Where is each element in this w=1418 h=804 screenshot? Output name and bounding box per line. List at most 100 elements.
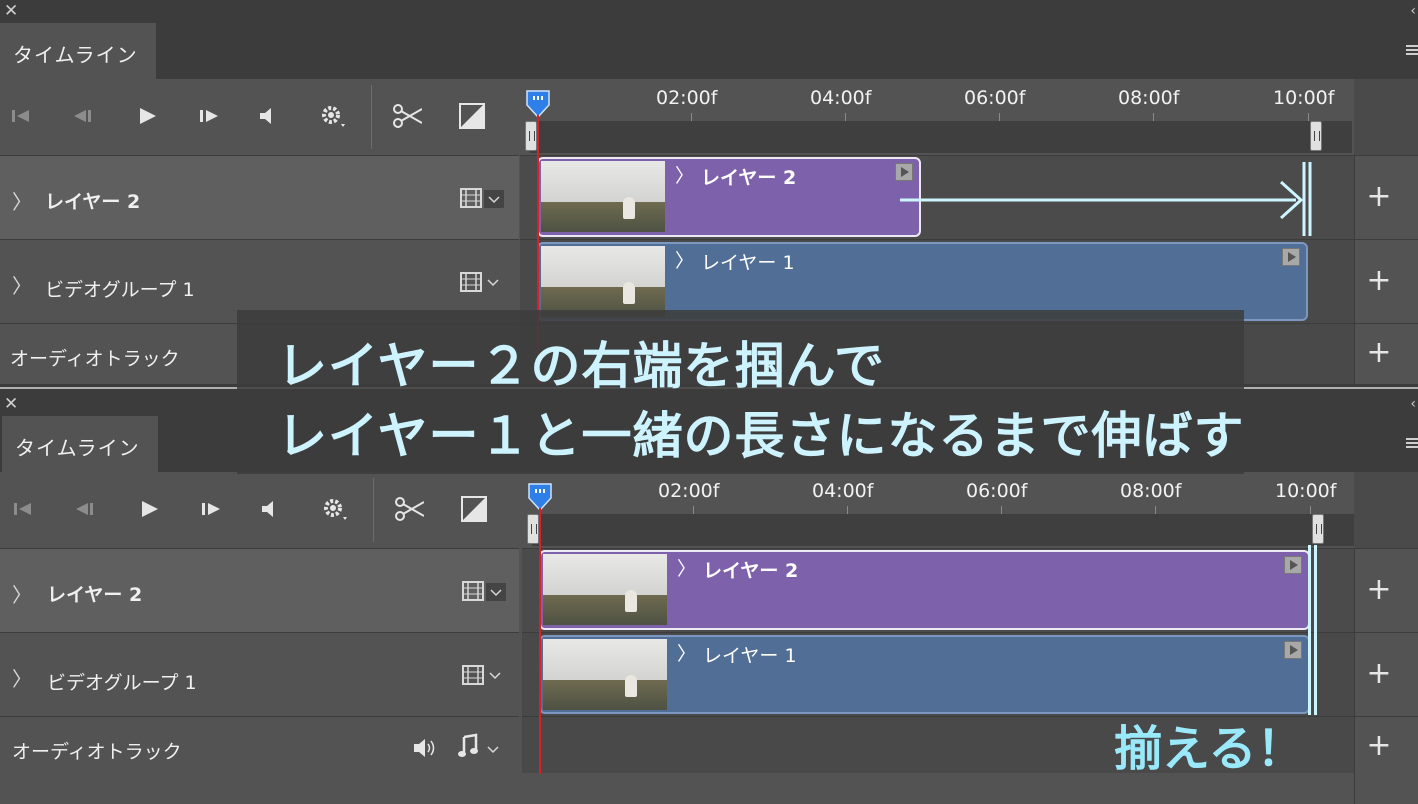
playhead-marker-icon[interactable] bbox=[527, 482, 555, 512]
add-media-button[interactable]: + bbox=[1355, 182, 1403, 212]
layer-row-layer2[interactable]: 〉 レイヤー 2 bbox=[0, 155, 519, 239]
align-annotation-text: 揃える！ bbox=[1114, 721, 1305, 777]
clip-chevron-icon[interactable]: 〉 bbox=[677, 554, 696, 581]
next-frame-button[interactable] bbox=[196, 494, 226, 524]
mute-button[interactable] bbox=[252, 101, 282, 131]
expand-chevron-icon[interactable]: 〉 bbox=[12, 579, 32, 608]
clip-options-icon[interactable] bbox=[1284, 556, 1302, 574]
work-area-end-handle[interactable] bbox=[1310, 121, 1322, 151]
chevron-down-icon[interactable] bbox=[484, 190, 504, 208]
tick-label: 02:00f bbox=[658, 480, 720, 502]
panel-menu-icon[interactable] bbox=[1406, 438, 1418, 450]
add-audio-button[interactable]: + bbox=[1355, 338, 1403, 368]
tick-label: 08:00f bbox=[1120, 480, 1182, 502]
play-button[interactable] bbox=[132, 101, 162, 131]
alignment-marker-line bbox=[1314, 545, 1317, 715]
instruction-overlay: レイヤー２の右端を掴んで レイヤー１と一緒の長さになるまで伸ばす bbox=[237, 310, 1244, 474]
film-icon[interactable] bbox=[462, 581, 484, 601]
expand-chevron-icon[interactable]: 〉 bbox=[12, 663, 32, 692]
time-ruler[interactable]: 02:00f 04:00f 06:00f 08:00f 10:00f bbox=[520, 79, 1354, 155]
tab-timeline[interactable]: タイムライン bbox=[2, 416, 158, 472]
tick-label: 04:00f bbox=[812, 480, 874, 502]
work-area-end-handle[interactable] bbox=[1312, 514, 1324, 544]
play-icon bbox=[142, 501, 158, 517]
previous-frame-button[interactable] bbox=[68, 101, 98, 131]
film-icon[interactable] bbox=[462, 665, 484, 685]
group-name: ビデオグループ 1 bbox=[45, 279, 195, 301]
tab-label: タイムライン bbox=[13, 43, 138, 67]
clip-layer2[interactable]: 〉 レイヤー 2 bbox=[539, 550, 1310, 630]
split-at-playhead-button[interactable] bbox=[392, 101, 422, 131]
clip-chevron-icon[interactable]: 〉 bbox=[675, 161, 694, 188]
clip-name: レイヤー 1 bbox=[703, 645, 797, 667]
split-at-playhead-button[interactable] bbox=[394, 494, 424, 524]
go-to-first-frame-button[interactable] bbox=[7, 101, 37, 131]
close-icon[interactable]: ✕ bbox=[4, 1, 18, 21]
next-frame-icon bbox=[202, 503, 220, 515]
expand-chevron-icon[interactable]: 〉 bbox=[12, 186, 32, 215]
expand-chevron-icon[interactable]: 〉 bbox=[12, 270, 32, 299]
add-media-cell: + bbox=[1354, 548, 1418, 632]
clip-layer2[interactable]: 〉 レイヤー 2 bbox=[537, 157, 921, 237]
clip-thumbnail bbox=[543, 554, 667, 625]
alignment-marker-line bbox=[1308, 545, 1311, 715]
transport-controls bbox=[0, 79, 519, 155]
playhead-line bbox=[539, 508, 541, 774]
add-audio-button[interactable]: + bbox=[1355, 731, 1403, 761]
collapse-icon[interactable]: ‹ bbox=[1410, 394, 1416, 414]
tab-timeline[interactable]: タイムライン bbox=[0, 23, 156, 79]
go-to-first-frame-button[interactable] bbox=[9, 494, 39, 524]
layer-row-layer2[interactable]: 〉 レイヤー 2 bbox=[0, 548, 519, 632]
transition-icon bbox=[459, 103, 485, 129]
settings-button[interactable] bbox=[320, 494, 350, 524]
clip-chevron-icon[interactable]: 〉 bbox=[675, 246, 694, 273]
layer-row-videogroup1[interactable]: 〉 ビデオグループ 1 bbox=[0, 632, 519, 716]
add-media-cell: + bbox=[1354, 155, 1418, 239]
tick-label: 10:00f bbox=[1273, 87, 1335, 109]
clip-options-icon[interactable] bbox=[1284, 641, 1302, 659]
film-icon[interactable] bbox=[460, 188, 482, 208]
add-media-button[interactable]: + bbox=[1355, 575, 1403, 605]
transition-icon bbox=[461, 496, 487, 522]
tick-label: 06:00f bbox=[964, 87, 1026, 109]
scissors-icon bbox=[393, 104, 422, 128]
audio-track-row[interactable]: オーディオトラック bbox=[0, 716, 519, 804]
panel-menu-icon[interactable] bbox=[1406, 45, 1418, 57]
clip-layer1[interactable]: 〉 レイヤー 1 bbox=[539, 635, 1310, 714]
close-icon[interactable]: ✕ bbox=[4, 394, 18, 414]
add-media-button[interactable]: + bbox=[1355, 266, 1403, 296]
work-area-bar[interactable] bbox=[532, 514, 1354, 546]
playhead-marker-icon[interactable] bbox=[525, 89, 553, 119]
add-media-button[interactable]: + bbox=[1355, 659, 1403, 689]
work-area-start-handle[interactable] bbox=[525, 121, 537, 151]
divider bbox=[371, 85, 372, 149]
volume-icon[interactable] bbox=[412, 737, 438, 759]
chevron-down-icon[interactable] bbox=[486, 669, 504, 683]
transition-button[interactable] bbox=[457, 101, 487, 131]
next-frame-button[interactable] bbox=[194, 101, 224, 131]
gear-icon bbox=[324, 499, 347, 520]
clip-options-icon[interactable] bbox=[1282, 248, 1300, 266]
instruction-line-1: レイヤー２の右端を掴んで bbox=[277, 337, 885, 395]
previous-frame-button[interactable] bbox=[70, 494, 100, 524]
chevron-down-icon[interactable] bbox=[484, 743, 502, 757]
clip-thumbnail bbox=[543, 639, 667, 710]
work-area-bar[interactable] bbox=[530, 121, 1352, 153]
clip-chevron-icon[interactable]: 〉 bbox=[677, 639, 696, 666]
collapse-icon[interactable]: ‹ bbox=[1410, 1, 1416, 21]
time-ruler[interactable]: 02:00f 04:00f 06:00f 08:00f 10:00f bbox=[522, 472, 1356, 548]
mute-button[interactable] bbox=[254, 494, 284, 524]
work-area-start-handle[interactable] bbox=[527, 514, 539, 544]
chevron-down-icon[interactable] bbox=[486, 583, 506, 601]
add-audio-cell: + bbox=[1354, 323, 1418, 384]
transition-button[interactable] bbox=[459, 494, 489, 524]
ruler-right-gutter bbox=[1354, 472, 1418, 548]
film-icon[interactable] bbox=[460, 272, 482, 292]
chevron-down-icon[interactable] bbox=[484, 276, 502, 290]
settings-button[interactable] bbox=[318, 101, 348, 131]
layer-name: レイヤー 2 bbox=[47, 584, 143, 606]
music-note-icon[interactable] bbox=[456, 733, 480, 761]
play-button[interactable] bbox=[134, 494, 164, 524]
add-audio-cell: + bbox=[1354, 716, 1418, 804]
play-icon bbox=[140, 108, 156, 124]
